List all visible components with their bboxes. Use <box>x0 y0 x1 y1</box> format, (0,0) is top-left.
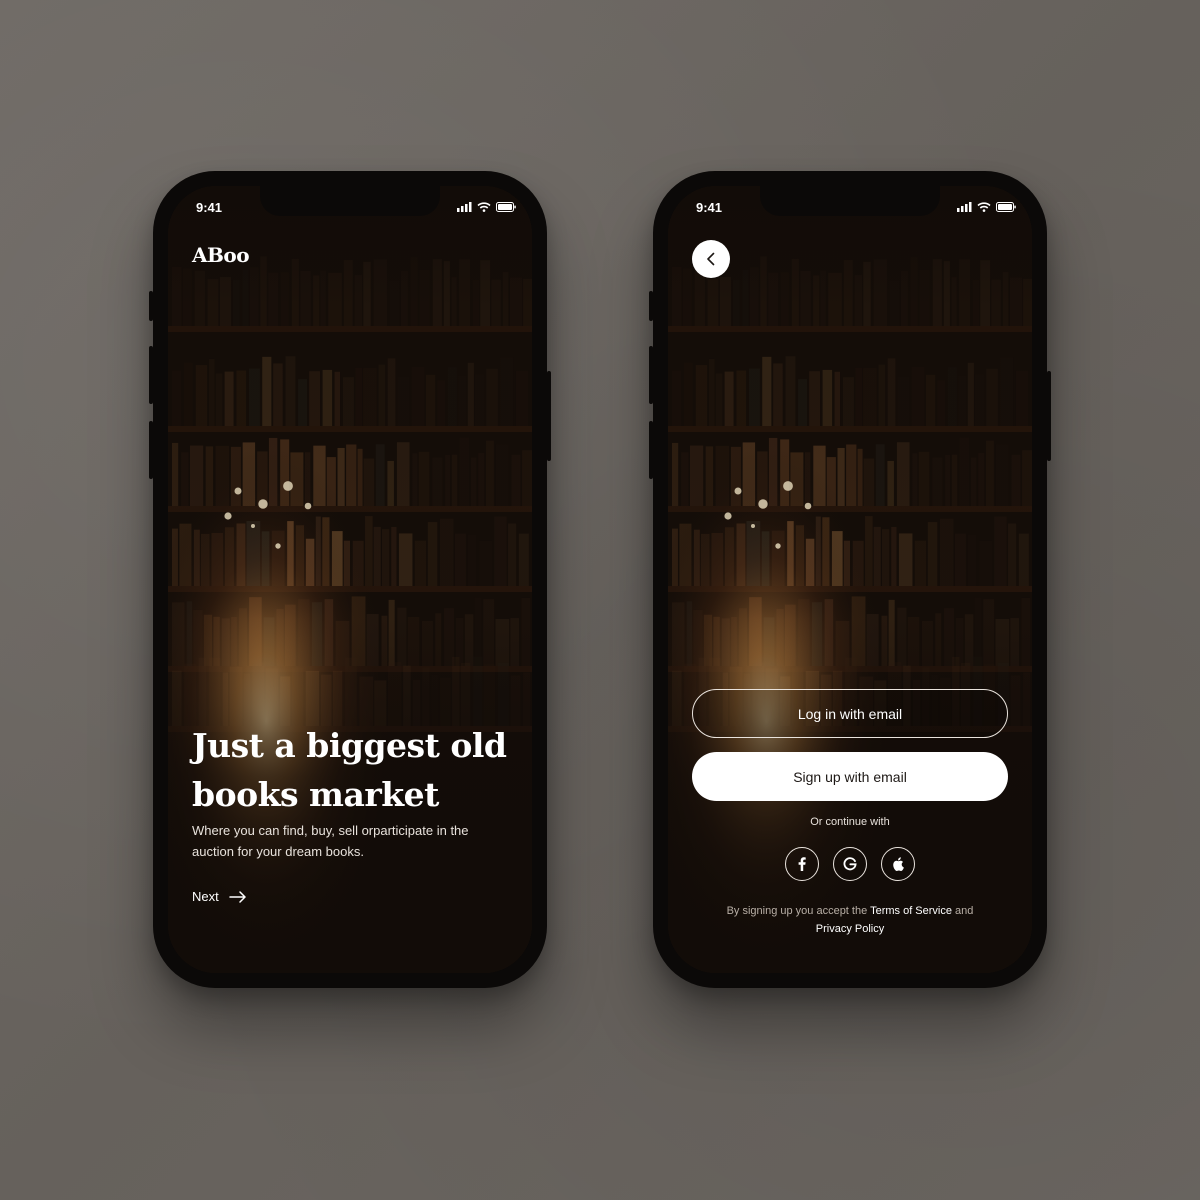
or-continue-with: Or continue with <box>810 816 890 828</box>
social-login-row <box>668 847 1032 881</box>
login-with-email-button[interactable]: Log in with email <box>692 689 1008 738</box>
next-button[interactable]: Next <box>192 889 247 904</box>
notch <box>760 186 940 216</box>
notch <box>260 186 440 216</box>
login-label: Log in with email <box>797 705 903 722</box>
battery-icon <box>996 202 1016 212</box>
terms-of-service-link[interactable]: Terms of Service <box>870 905 952 917</box>
wifi-icon <box>977 202 991 212</box>
google-login-button[interactable] <box>833 847 867 881</box>
power-button <box>547 371 551 461</box>
status-time: 9:41 <box>196 200 223 215</box>
battery-icon <box>496 202 516 212</box>
terms-and: and <box>952 905 974 917</box>
onboarding-screen: 9:41 ABoo Just a biggest old books marke… <box>168 186 532 973</box>
mute-switch <box>149 291 153 321</box>
terms-notice: By signing up you accept the Terms of Se… <box>718 902 982 938</box>
privacy-policy-link[interactable]: Privacy Policy <box>816 923 884 935</box>
facebook-icon <box>798 857 806 871</box>
apple-icon <box>893 857 904 871</box>
volume-down-button <box>149 421 153 479</box>
headline: Just a biggest old books market <box>192 726 507 814</box>
next-label: Next <box>192 889 219 904</box>
signup-label: Sign up with email <box>793 768 907 785</box>
phone-onboarding: 9:41 ABoo Just a biggest old books marke… <box>149 171 551 988</box>
facebook-login-button[interactable] <box>785 847 819 881</box>
volume-up-button <box>649 346 653 404</box>
signup-with-email-button[interactable]: Sign up with email <box>692 752 1008 801</box>
volume-down-button <box>649 421 653 479</box>
chevron-left-icon <box>707 252 715 266</box>
auth-screen: 9:41 Log in with email Sign up with emai… <box>668 186 1032 973</box>
app-logo: ABoo <box>192 243 250 267</box>
wifi-icon <box>477 202 491 212</box>
signal-icon <box>457 202 472 212</box>
apple-login-button[interactable] <box>881 847 915 881</box>
arrow-right-icon <box>228 890 246 903</box>
back-button[interactable] <box>692 240 730 278</box>
signal-icon <box>957 202 972 212</box>
terms-prefix: By signing up you accept the <box>726 905 871 917</box>
power-button <box>1047 371 1051 461</box>
google-icon <box>843 857 857 871</box>
phone-auth: 9:41 Log in with email Sign up with emai… <box>649 171 1051 988</box>
mute-switch <box>649 291 653 321</box>
subtitle: Where you can find, buy, sell orparticip… <box>192 823 469 859</box>
status-time: 9:41 <box>696 200 723 215</box>
volume-up-button <box>149 346 153 404</box>
